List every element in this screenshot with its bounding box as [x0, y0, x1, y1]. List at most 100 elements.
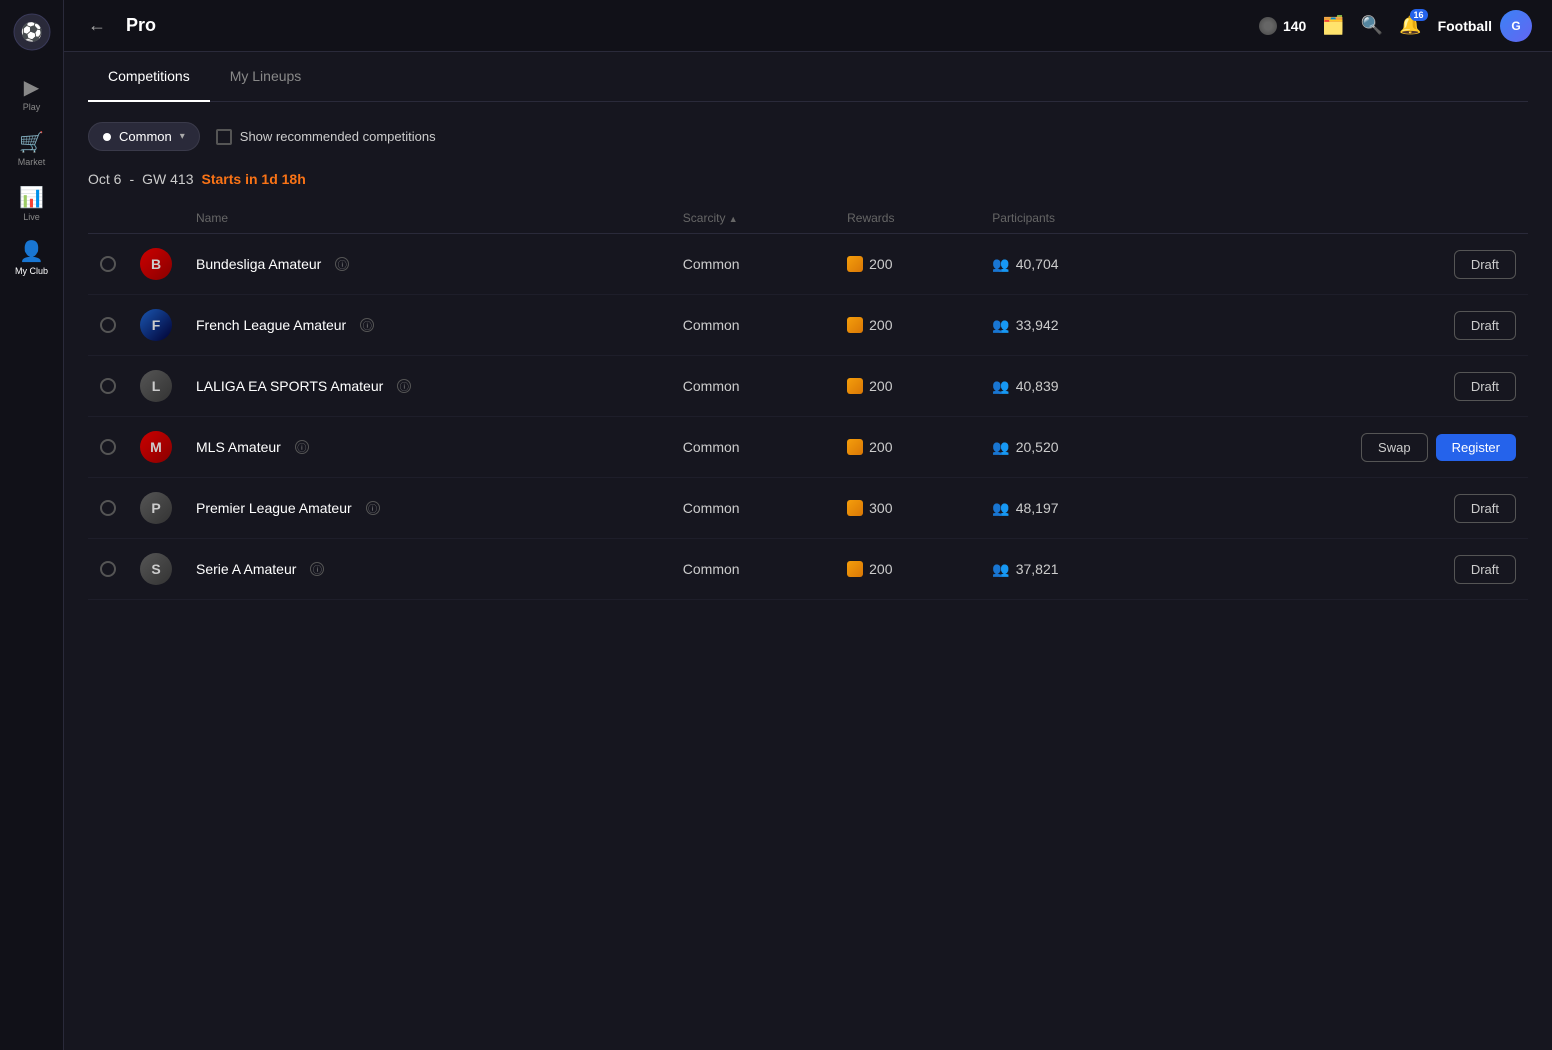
swap-button-mls[interactable]: Swap: [1361, 433, 1428, 462]
market-icon: 🛒: [19, 133, 44, 153]
reward-icon-french: [847, 317, 863, 333]
table-row: L LALIGA EA SPORTS Amateur ⓘ Common 200 …: [88, 356, 1528, 417]
sidebar-play-label: Play: [23, 102, 41, 113]
reward-cell-mls: 200: [847, 439, 968, 455]
common-filter-button[interactable]: Common ▾: [88, 122, 200, 151]
topbar-right: 140 🗂️ 🔍 🔔 16 Football G: [1259, 10, 1532, 42]
draft-button-french[interactable]: Draft: [1454, 311, 1516, 340]
live-icon: 📊: [19, 188, 44, 208]
col-rewards: Rewards: [835, 203, 980, 234]
people-icon-laliga: 👥: [992, 378, 1009, 395]
action-cell-french: Draft: [1176, 311, 1516, 340]
comp-name-cell-french: French League Amateur ⓘ: [196, 317, 659, 333]
sidebar-item-live[interactable]: 📊 Live: [0, 178, 63, 233]
chevron-down-icon: ▾: [180, 131, 185, 142]
tabs: Competitions My Lineups: [88, 52, 1528, 102]
comp-logo-bundesliga: B: [140, 248, 172, 280]
football-selector[interactable]: Football G: [1438, 10, 1532, 42]
reward-value-premier: 300: [869, 500, 892, 516]
info-icon-premier[interactable]: ⓘ: [366, 501, 380, 515]
draft-button-premier[interactable]: Draft: [1454, 494, 1516, 523]
people-icon-seriea: 👥: [992, 561, 1009, 578]
reward-cell-french: 200: [847, 317, 968, 333]
row-radio-premier[interactable]: [100, 500, 116, 516]
col-participants: Participants: [980, 203, 1164, 234]
show-recommended-checkbox[interactable]: [216, 129, 232, 145]
app-logo[interactable]: ⚽: [12, 12, 52, 52]
people-icon-bundesliga: 👥: [992, 256, 1009, 273]
comp-name-seriea: Serie A Amateur: [196, 561, 296, 577]
draft-button-laliga[interactable]: Draft: [1454, 372, 1516, 401]
coins-value: 140: [1283, 18, 1306, 34]
table-row: B Bundesliga Amateur ⓘ Common 200 👥 40,7…: [88, 234, 1528, 295]
row-radio-mls[interactable]: [100, 439, 116, 455]
scarcity-premier: Common: [671, 478, 835, 539]
manager-icon[interactable]: 🗂️: [1322, 15, 1344, 36]
action-cell-premier: Draft: [1176, 494, 1516, 523]
date-row: Oct 6 - GW 413 Starts in 1d 18h: [88, 171, 1528, 187]
common-filter-label: Common: [119, 129, 172, 144]
info-icon-mls[interactable]: ⓘ: [295, 440, 309, 454]
reward-icon-seriea: [847, 561, 863, 577]
sidebar-live-label: Live: [23, 212, 40, 223]
search-icon[interactable]: 🔍: [1361, 15, 1383, 36]
action-cell-mls: Swap Register: [1176, 433, 1516, 462]
myclubs-icon: 👤: [19, 242, 44, 262]
participants-laliga: 👥 40,839: [992, 378, 1152, 395]
reward-cell-laliga: 200: [847, 378, 968, 394]
people-icon-premier: 👥: [992, 500, 1009, 517]
row-radio-laliga[interactable]: [100, 378, 116, 394]
topbar: ← Pro 140 🗂️ 🔍 🔔 16 Football G: [64, 0, 1552, 52]
row-radio-bundesliga[interactable]: [100, 256, 116, 272]
tab-competitions[interactable]: Competitions: [88, 52, 210, 102]
starts-in-text: Starts in 1d 18h: [202, 171, 306, 187]
reward-value-seriea: 200: [869, 561, 892, 577]
football-label: Football: [1438, 18, 1492, 34]
notification-icon[interactable]: 🔔 16: [1399, 15, 1421, 36]
sidebar-market-label: Market: [18, 157, 46, 168]
back-button[interactable]: ←: [84, 11, 110, 40]
draft-button-seriea[interactable]: Draft: [1454, 555, 1516, 584]
reward-icon-laliga: [847, 378, 863, 394]
col-scarcity[interactable]: Scarcity: [671, 203, 835, 234]
register-button-mls[interactable]: Register: [1436, 434, 1516, 461]
table-row: M MLS Amateur ⓘ Common 200 👥 20,520 Swap…: [88, 417, 1528, 478]
draft-button-bundesliga[interactable]: Draft: [1454, 250, 1516, 279]
play-icon: ▶: [24, 78, 39, 98]
participants-value-bundesliga: 40,704: [1016, 256, 1059, 272]
reward-cell-seriea: 200: [847, 561, 968, 577]
participants-value-mls: 20,520: [1016, 439, 1059, 455]
sidebar-item-play[interactable]: ▶ Play: [0, 68, 63, 123]
info-icon-bundesliga[interactable]: ⓘ: [335, 257, 349, 271]
participants-value-french: 33,942: [1016, 317, 1059, 333]
reward-value-mls: 200: [869, 439, 892, 455]
scarcity-seriea: Common: [671, 539, 835, 600]
competitions-table: Name Scarcity Rewards Participants B Bun…: [88, 203, 1528, 600]
tab-my-lineups[interactable]: My Lineups: [210, 52, 322, 102]
action-cell-bundesliga: Draft: [1176, 250, 1516, 279]
col-name: Name: [184, 203, 671, 234]
participants-value-premier: 48,197: [1016, 500, 1059, 516]
row-radio-french[interactable]: [100, 317, 116, 333]
avatar: G: [1500, 10, 1532, 42]
comp-logo-seriea: S: [140, 553, 172, 585]
sidebar-myclubs-label: My Club: [15, 266, 48, 277]
content-area: Competitions My Lineups Common ▾ Show re…: [64, 52, 1552, 1050]
info-icon-laliga[interactable]: ⓘ: [397, 379, 411, 393]
reward-cell-bundesliga: 200: [847, 256, 968, 272]
comp-logo-mls: M: [140, 431, 172, 463]
info-icon-seriea[interactable]: ⓘ: [310, 562, 324, 576]
participants-value-seriea: 37,821: [1016, 561, 1059, 577]
sidebar-item-myclubs[interactable]: 👤 My Club: [0, 232, 63, 287]
comp-name-mls: MLS Amateur: [196, 439, 281, 455]
row-radio-seriea[interactable]: [100, 561, 116, 577]
info-icon-french[interactable]: ⓘ: [360, 318, 374, 332]
comp-name-french: French League Amateur: [196, 317, 346, 333]
action-cell-laliga: Draft: [1176, 372, 1516, 401]
sidebar-item-market[interactable]: 🛒 Market: [0, 123, 63, 178]
date-text: Oct 6: [88, 171, 121, 187]
show-recommended-label[interactable]: Show recommended competitions: [216, 129, 436, 145]
participants-bundesliga: 👥 40,704: [992, 256, 1152, 273]
comp-name-cell-bundesliga: Bundesliga Amateur ⓘ: [196, 256, 659, 272]
comp-logo-french: F: [140, 309, 172, 341]
